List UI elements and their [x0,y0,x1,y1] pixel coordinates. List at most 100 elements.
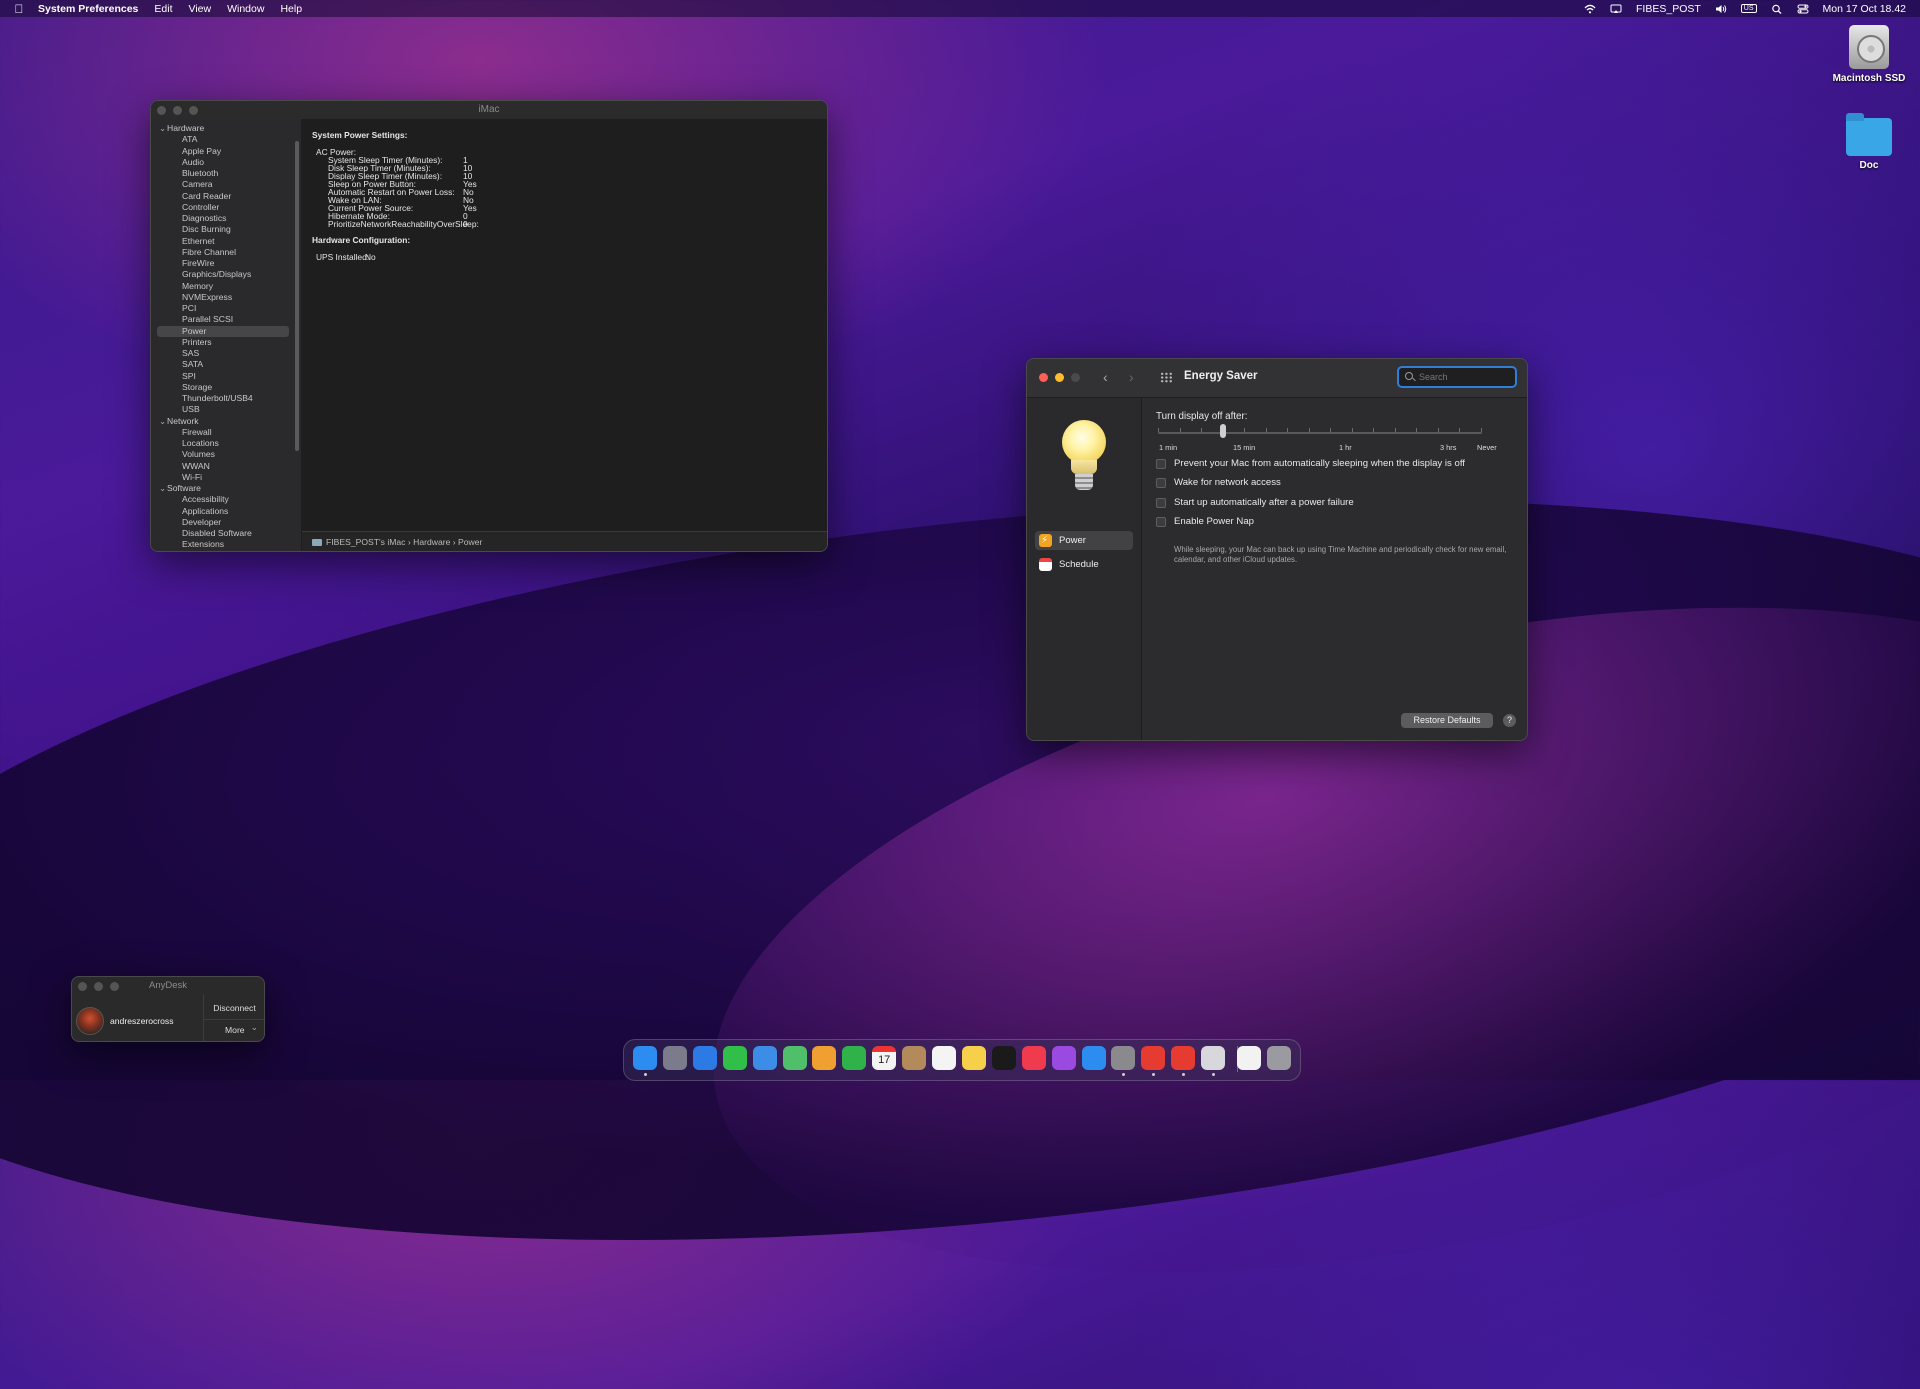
tree-group[interactable]: Hardware [157,123,289,134]
dock-messages-icon[interactable] [722,1046,747,1070]
menu-help[interactable]: Help [280,3,302,15]
menu-window[interactable]: Window [227,3,264,15]
tree-item[interactable]: Disc Burning [157,224,289,235]
volume-icon[interactable] [1715,4,1727,14]
dock-trash-icon[interactable] [1266,1046,1291,1070]
help-button[interactable]: ? [1503,714,1516,727]
sidebar-scrollbar[interactable] [295,141,299,451]
tree-item[interactable]: Apple Pay [157,146,289,157]
tree-item[interactable]: Power [157,325,289,337]
path-hardware[interactable]: Hardware [413,537,450,547]
disconnect-button[interactable]: Disconnect [205,997,264,1019]
dock-app-store-icon[interactable] [1081,1046,1106,1070]
desktop-item-doc[interactable]: Doc [1829,112,1909,171]
tree-item[interactable]: Fibre Channel [157,247,289,258]
show-all-grid-icon[interactable] [1160,372,1173,383]
dock-launchpad-icon[interactable] [662,1046,687,1070]
dock-podcasts-icon[interactable] [1051,1046,1076,1070]
dock-system-preferences-icon[interactable] [1111,1046,1136,1070]
tree-item[interactable]: USB [157,404,289,415]
tree-item[interactable]: Parallel SCSI [157,314,289,325]
tree-group[interactable]: Network [157,416,289,427]
path-computer[interactable]: FIBES_POST's iMac [326,537,405,547]
tree-item[interactable]: WWAN [157,461,289,472]
auto-startup-label[interactable]: Start up automatically after a power fai… [1174,497,1354,508]
zoom-button[interactable] [189,106,198,115]
tree-group[interactable]: Software [157,483,289,494]
tree-item[interactable]: Applications [157,506,289,517]
tree-item[interactable]: SATA [157,359,289,370]
tree-item[interactable]: Camera [157,179,289,190]
dock-contacts-icon[interactable] [902,1046,927,1070]
zoom-button[interactable] [1071,373,1080,382]
tree-item[interactable]: Bluetooth [157,168,289,179]
wake-network-checkbox[interactable] [1156,478,1166,488]
dock-photos-icon[interactable] [812,1046,837,1070]
tree-item[interactable]: Ethernet [157,236,289,247]
menu-view[interactable]: View [189,3,212,15]
path-power[interactable]: Power [458,537,482,547]
prevent-sleep-checkbox[interactable] [1156,459,1166,469]
search-input[interactable]: Search [1397,366,1517,388]
tree-item[interactable]: Firewall [157,427,289,438]
minimize-button[interactable] [1055,373,1064,382]
close-button[interactable] [1039,373,1048,382]
tree-item[interactable]: Disabled Software [157,528,289,539]
more-dropdown[interactable]: More [205,1017,264,1040]
tree-item[interactable]: Printers [157,337,289,348]
dock-safari-icon[interactable] [692,1046,717,1070]
forward-chevron-icon[interactable]: › [1129,369,1134,385]
dock-mail-icon[interactable] [752,1046,777,1070]
screen-mirroring-icon[interactable] [1610,4,1622,14]
tree-item[interactable]: Thunderbolt/USB4 [157,393,289,404]
wifi-icon[interactable] [1584,4,1596,14]
tree-item[interactable]: NVMExpress [157,292,289,303]
sidebar-item-schedule[interactable]: Schedule [1035,555,1133,574]
tree-item[interactable]: Developer [157,517,289,528]
input-source-badge[interactable]: US [1740,4,1757,13]
tree-item[interactable]: Accessibility [157,494,289,505]
dock-preview-icon[interactable] [1201,1046,1226,1070]
dock-notes-icon[interactable] [961,1046,986,1070]
tree-item[interactable]: SPI [157,371,289,382]
dock-maps-icon[interactable] [782,1046,807,1070]
desktop-item-macintosh-ssd[interactable]: Macintosh SSD [1829,25,1909,84]
tree-item[interactable]: ATA [157,134,289,145]
power-nap-label[interactable]: Enable Power Nap [1174,516,1254,527]
dock-facetime-icon[interactable] [842,1046,867,1070]
spotlight-search-icon[interactable] [1771,4,1783,14]
tree-item[interactable]: PCI [157,303,289,314]
restore-defaults-button[interactable]: Restore Defaults [1401,713,1493,728]
control-center-icon[interactable] [1797,4,1809,14]
minimize-button[interactable] [173,106,182,115]
app-menu[interactable]: System Preferences [38,3,138,15]
tree-item[interactable]: FireWire [157,258,289,269]
prevent-sleep-label[interactable]: Prevent your Mac from automatically slee… [1174,458,1465,469]
dock-anydesk-icon[interactable] [1141,1046,1166,1070]
tree-item[interactable]: Memory [157,281,289,292]
slider-thumb[interactable] [1220,424,1226,438]
tree-item[interactable]: Graphics/Displays [157,269,289,280]
tree-item[interactable]: Card Reader [157,191,289,202]
tree-item[interactable]: Controller [157,202,289,213]
dock-reminders-icon[interactable] [932,1046,956,1070]
tree-item[interactable]: Storage [157,382,289,393]
tree-item[interactable]: Audio [157,157,289,168]
menu-clock[interactable]: Mon 17 Oct 18.42 [1823,3,1906,15]
user-name[interactable]: FIBES_POST [1636,3,1701,15]
sidebar-item-power[interactable]: Power [1035,531,1133,550]
dock-calendar-icon[interactable]: 17 [872,1046,897,1070]
dock-finder-icon[interactable] [633,1046,657,1070]
tree-item[interactable]: Diagnostics [157,213,289,224]
apple-menu-icon[interactable]:  [0,2,38,16]
power-nap-checkbox[interactable] [1156,517,1166,527]
dock-anydesk-2-icon[interactable] [1171,1046,1196,1070]
dock-music-icon[interactable] [1021,1046,1046,1070]
close-button[interactable] [157,106,166,115]
tree-item[interactable]: Volumes [157,449,289,460]
back-chevron-icon[interactable]: ‹ [1103,369,1108,385]
tree-item[interactable]: Extensions [157,539,289,550]
wake-network-label[interactable]: Wake for network access [1174,477,1281,488]
tree-item[interactable]: Locations [157,438,289,449]
auto-startup-checkbox[interactable] [1156,498,1166,508]
